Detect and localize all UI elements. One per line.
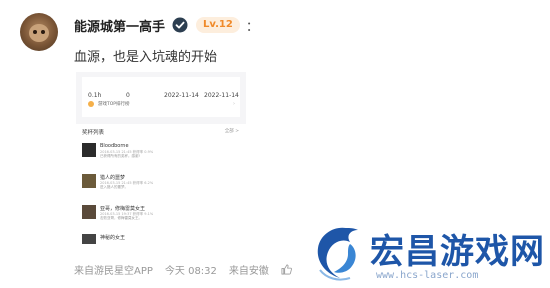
level-badge: Lv.12 [196,17,240,33]
attached-screenshot[interactable]: 0.1h 游戏时长 0 获得成就 2022-11-14 首次游玩 2022-11… [76,72,246,244]
achievement-item[interactable]: 神秘的女王 [82,234,232,244]
post-location: 来自安徽 [228,266,269,277]
post-header: 能源城第一高手 Lv.12 ： [74,15,259,35]
achievement-item[interactable]: 猎人的噩梦 2016-03-15 21:45 获得率 6.2% 进入猎人的噩梦。 [82,174,232,200]
achievement-image [82,205,96,219]
rank-label: 游戏TOP排行榜 [98,101,130,107]
avatar-eye-left [33,30,37,34]
post-text: 血源，也是入坑魂的开始 [74,50,218,65]
header-colon: ： [245,19,259,35]
achievements-card: 奖杯列表 全部 > Bloodborne 2016-03-15 21:45 获得… [76,124,246,244]
site-watermark: 宏昌游戏网 www.hcs-laser.com [298,214,550,288]
trophy-icon [88,100,94,107]
achievement-item[interactable]: Bloodborne 2016-03-15 21:45 获得率 0.9% 已获得… [82,143,232,169]
achievement-image [82,174,96,188]
achievement-item[interactable]: 亚哥，修梅雷莫女王 2016-03-15 19:37 获得率 9.1% 击败亚哥… [82,205,232,231]
watermark-url: www.hcs-laser.com [376,270,479,281]
post-time: 今天 08:32 [164,266,217,277]
verified-badge-icon [172,17,188,33]
user-avatar[interactable] [20,13,58,51]
achievements-title: 奖杯列表 [82,130,105,136]
achievement-image [82,234,96,244]
rank-row[interactable]: 游戏TOP排行榜 › [82,97,240,110]
achievement-image [82,143,96,157]
post-source: 来自游民星空APP [74,266,153,277]
like-icon[interactable] [281,264,292,275]
achievements-all-link[interactable]: 全部 > [225,128,239,134]
dragon-logo-icon [317,227,358,281]
chevron-right-icon: › [233,100,235,107]
username[interactable]: 能源城第一高手 [74,16,165,35]
post-footer: 来自游民星空APP 今天 08:32 来自安徽 [74,262,304,277]
watermark-title: 宏昌游戏网 [370,232,545,272]
avatar-face [29,24,49,42]
avatar-eye-right [41,30,45,34]
